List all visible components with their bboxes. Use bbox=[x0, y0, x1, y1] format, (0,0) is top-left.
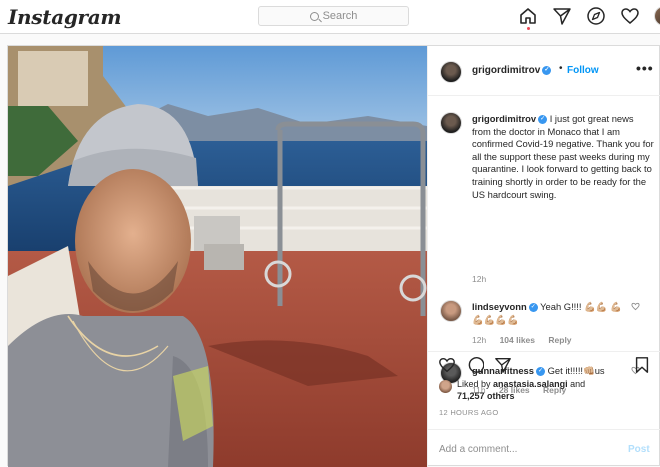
caption-username[interactable]: grigordimitrov bbox=[472, 113, 536, 124]
author-avatar[interactable] bbox=[440, 61, 462, 83]
home-icon[interactable] bbox=[518, 6, 538, 26]
verified-badge-icon: ✓ bbox=[538, 115, 548, 125]
comment-like-heart-icon[interactable] bbox=[631, 302, 640, 311]
comment-reply-button[interactable]: Reply bbox=[548, 335, 571, 345]
comment-likes[interactable]: 104 likes bbox=[500, 335, 535, 345]
liked-by-prefix: Liked by bbox=[457, 379, 491, 389]
post-timestamp[interactable]: 12 HOURS AGO bbox=[439, 408, 498, 417]
post-actions bbox=[428, 351, 660, 373]
comment-time: 12h bbox=[472, 335, 487, 345]
nav-icons bbox=[518, 6, 660, 26]
caption-text: grigordimitrov ✓ I just got great news fr… bbox=[472, 113, 654, 201]
comments-list: grigordimitrov ✓ I just got great news fr… bbox=[428, 96, 660, 395]
liked-by-others[interactable]: 71,257 others bbox=[457, 391, 515, 401]
instagram-logo[interactable]: Instagram bbox=[8, 5, 122, 29]
search-icon bbox=[309, 11, 319, 21]
liked-by-text: Liked by anastasia.salangi and 71,257 ot… bbox=[457, 378, 657, 402]
direct-icon[interactable] bbox=[552, 6, 572, 26]
follow-button[interactable]: Follow bbox=[567, 65, 599, 76]
author-username[interactable]: grigordimitrov ✓ bbox=[472, 65, 552, 76]
post-comment-button[interactable]: Post bbox=[628, 444, 650, 455]
top-navigation-bar: Instagram Search bbox=[0, 0, 660, 34]
share-icon[interactable] bbox=[494, 356, 512, 374]
separator-dot: • bbox=[559, 63, 563, 74]
search-placeholder: Search bbox=[322, 10, 358, 22]
liked-by-user[interactable]: anastasia.salangi bbox=[493, 379, 568, 389]
search-box[interactable]: Search bbox=[258, 6, 409, 26]
more-options-icon[interactable]: ••• bbox=[636, 60, 654, 76]
verified-badge-icon: ✓ bbox=[528, 303, 538, 313]
post-card: grigordimitrov ✓ • Follow ••• grigordimit… bbox=[7, 45, 660, 467]
like-heart-icon[interactable] bbox=[438, 356, 456, 374]
caption-time: 12h bbox=[472, 274, 487, 284]
home-notification-dot bbox=[527, 27, 530, 30]
verified-badge-icon: ✓ bbox=[542, 65, 552, 75]
post-header: grigordimitrov ✓ • Follow ••• bbox=[428, 46, 660, 96]
add-comment-input[interactable]: Add a comment... bbox=[439, 444, 517, 455]
comment-text: lindseyvonn ✓ Yeah G!!!! 💪🏼💪🏼 💪🏼💪🏼💪🏼💪🏼💪🏼 bbox=[472, 300, 632, 326]
comment-avatar[interactable] bbox=[440, 300, 462, 322]
liked-by-and: and bbox=[570, 379, 586, 389]
caption-body: I just got great news from the doctor in… bbox=[472, 113, 654, 200]
comment-username[interactable]: lindseyvonn bbox=[472, 301, 527, 312]
post-photo[interactable] bbox=[8, 46, 427, 467]
comment-bubble-icon[interactable] bbox=[466, 356, 484, 374]
save-bookmark-icon[interactable] bbox=[634, 356, 650, 374]
liker-avatar[interactable] bbox=[439, 380, 452, 393]
explore-icon[interactable] bbox=[586, 6, 606, 26]
caption-avatar[interactable] bbox=[440, 112, 462, 134]
comment-meta: 12h 104 likes Reply bbox=[472, 335, 583, 345]
post-side-panel: grigordimitrov ✓ • Follow ••• grigordimit… bbox=[427, 46, 660, 467]
post-photo-illustration bbox=[8, 46, 427, 467]
add-comment-bar: Add a comment... Post bbox=[428, 429, 660, 467]
profile-avatar[interactable] bbox=[654, 6, 660, 26]
activity-heart-icon[interactable] bbox=[620, 6, 640, 26]
